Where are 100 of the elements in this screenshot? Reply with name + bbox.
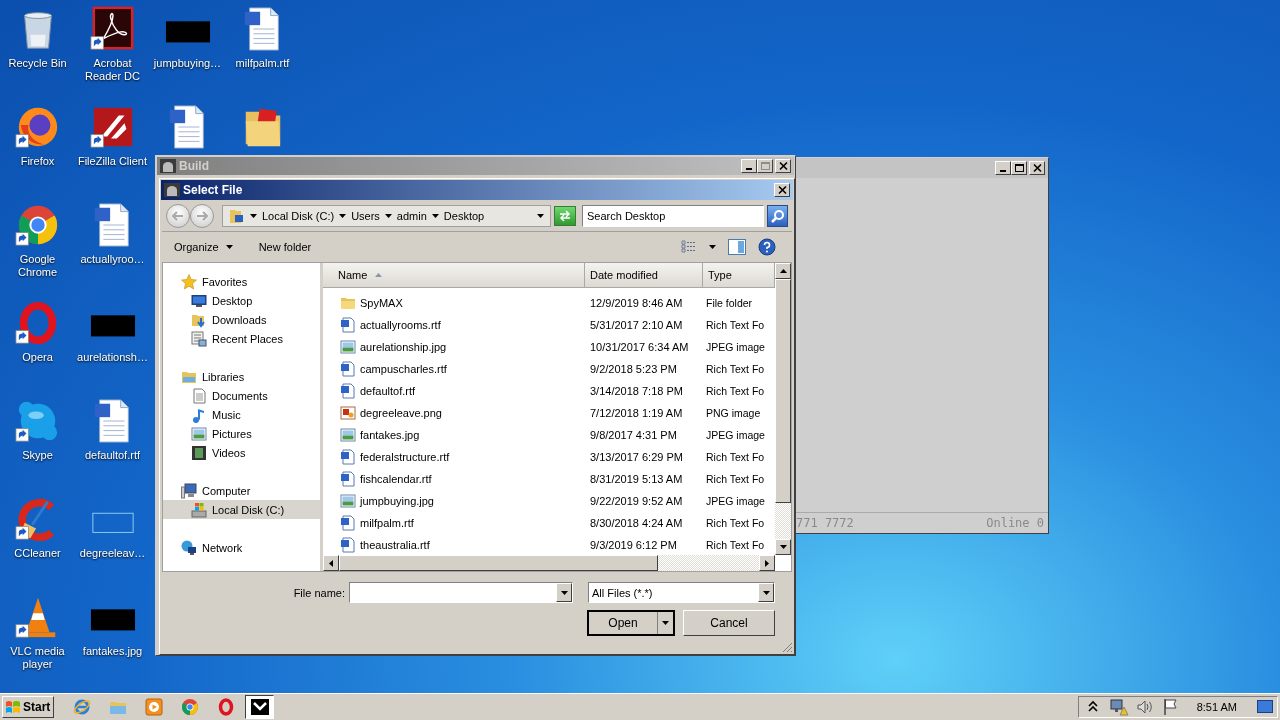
folder-icon — [229, 208, 245, 224]
nav-item[interactable]: Network — [163, 538, 320, 557]
scroll-left-icon[interactable] — [329, 559, 333, 567]
search-icon — [770, 209, 785, 223]
desktop-icon-label[interactable]: FileZilla Client — [75, 155, 150, 168]
close-button[interactable] — [774, 183, 790, 197]
view-list-icon[interactable] — [681, 240, 697, 254]
minimize-button[interactable] — [741, 159, 757, 173]
desktop-icon-label[interactable]: actuallyroo… — [75, 253, 150, 266]
desktop-icon-label[interactable]: Recycle Bin — [0, 57, 75, 70]
caret-icon — [339, 214, 347, 218]
maximize-icon — [759, 161, 771, 171]
nav-item[interactable]: Libraries — [163, 367, 320, 386]
desktop-icon-label[interactable]: VLC media player — [0, 645, 75, 671]
open-button[interactable]: Open — [587, 610, 675, 636]
desktop-icon-label[interactable]: defaultof.rtf — [75, 449, 150, 462]
cancel-button[interactable]: Cancel — [683, 610, 775, 636]
search-button[interactable] — [767, 205, 788, 227]
file-name[interactable]: jumpbuying.jpg — [360, 495, 434, 507]
image-file-icon — [340, 405, 356, 421]
desktop-icon-label[interactable]: Acrobat Reader DC — [75, 57, 150, 83]
minimize-icon — [1000, 170, 1006, 172]
toolbar-button[interactable]: New folder — [258, 241, 312, 253]
file-name[interactable]: fishcalendar.rtf — [360, 473, 432, 485]
address-bar[interactable]: Local Disk (C:) Users admin Desktop — [222, 205, 551, 227]
desktop-icon-label[interactable]: aurelationsh… — [75, 351, 150, 364]
help-icon[interactable] — [758, 238, 776, 256]
file-name[interactable]: federalstructure.rtf — [360, 451, 450, 463]
network-icon[interactable] — [1108, 697, 1129, 717]
image-file-icon — [340, 493, 356, 509]
file-name[interactable]: theaustralia.rtf — [360, 539, 430, 551]
scrollbar[interactable] — [323, 555, 775, 571]
nav-item[interactable]: Pictures — [163, 424, 320, 443]
nav-item[interactable]: Desktop — [163, 291, 320, 310]
scroll-down-icon[interactable] — [779, 545, 787, 549]
refresh-button[interactable] — [554, 206, 576, 226]
file-name[interactable]: SpyMAX — [360, 297, 403, 309]
caret-icon — [662, 621, 669, 625]
start-button[interactable]: Start — [2, 696, 54, 718]
desktop-icon-label[interactable]: jumpbuying… — [150, 57, 225, 70]
file-date: 8/30/2018 4:24 AM — [589, 517, 684, 529]
toolbar-button[interactable]: Organize — [174, 241, 233, 253]
close-button[interactable] — [775, 159, 791, 173]
file-type: Rich Text Fo — [705, 363, 766, 375]
document-icon — [340, 471, 356, 487]
browser-icon — [72, 697, 92, 717]
resize-grip-icon[interactable] — [781, 641, 793, 653]
column-header[interactable]: Date modified — [585, 263, 703, 287]
desktop-icon-label[interactable]: CCleaner — [0, 547, 75, 560]
nav-item[interactable]: Downloads — [163, 310, 320, 329]
breadcrumb-segment[interactable]: Local Disk (C:) — [262, 210, 335, 222]
pdf-reader-icon[interactable] — [89, 6, 136, 52]
minimize-button[interactable] — [995, 161, 1011, 175]
file-date: 9/8/2017 4:31 PM — [589, 429, 678, 441]
caret-icon — [384, 214, 392, 218]
desktop-icon-label[interactable]: degreeleav… — [75, 547, 150, 560]
breadcrumb-segment[interactable]: Users — [351, 210, 380, 222]
file-name[interactable]: fantakes.jpg — [360, 429, 420, 441]
desktop-icon-label[interactable]: fantakes.jpg — [75, 645, 150, 658]
back-arrow-icon — [172, 211, 184, 221]
search-field[interactable]: Search Desktop — [582, 205, 764, 227]
desktop-icon-label[interactable]: Google Chrome — [0, 253, 75, 279]
file-name[interactable]: defaultof.rtf — [360, 385, 416, 397]
scroll-up-icon[interactable] — [779, 269, 787, 273]
file-type: Rich Text Fo — [705, 451, 766, 463]
maximize-button[interactable] — [1011, 161, 1027, 175]
status-text: 771 7772 — [796, 516, 854, 530]
nav-item[interactable]: Music — [163, 405, 320, 424]
file-name[interactable]: aurelationship.jpg — [360, 341, 447, 353]
breadcrumb-segment[interactable]: admin — [396, 210, 427, 222]
close-button[interactable] — [1029, 161, 1045, 175]
nav-item[interactable]: Computer — [163, 481, 320, 500]
scrollbar[interactable] — [775, 263, 791, 555]
preview-pane-icon[interactable] — [728, 239, 746, 255]
nav-item[interactable]: Favorites — [163, 272, 320, 291]
desktop-icon-label[interactable]: Opera — [0, 351, 75, 364]
breadcrumb-segment[interactable]: Desktop — [443, 210, 485, 222]
file-name-field[interactable] — [349, 582, 573, 603]
file-name[interactable]: actuallyrooms.rtf — [360, 319, 441, 331]
nav-item[interactable]: Local Disk (C:) — [163, 500, 320, 519]
network-icon — [181, 539, 197, 556]
show-desktop-icon[interactable] — [1257, 700, 1273, 714]
nav-item[interactable]: Recent Places — [163, 329, 320, 348]
file-date: 9/3/2019 6:12 PM — [589, 539, 678, 551]
scroll-right-icon[interactable] — [765, 559, 769, 567]
nav-item[interactable]: Videos — [163, 443, 320, 462]
caret-icon — [560, 590, 568, 595]
nav-item[interactable]: Documents — [163, 386, 320, 405]
file-type-dropdown[interactable]: All Files (*.*) — [588, 582, 775, 603]
desktop-icon-label[interactable]: Firefox — [0, 155, 75, 168]
file-name[interactable]: milfpalm.rtf — [360, 517, 414, 529]
desktop-icon-label[interactable]: milfpalm.rtf — [225, 57, 300, 70]
clock[interactable]: 8:51 AM — [1196, 701, 1237, 713]
desktop-icon-label[interactable]: Skype — [0, 449, 75, 462]
column-header[interactable]: Name — [323, 263, 585, 287]
refresh-icon — [558, 210, 572, 222]
taskbar-button[interactable] — [245, 695, 274, 719]
file-name[interactable]: degreeleave.png — [360, 407, 442, 419]
file-date: 7/12/2018 1:19 AM — [589, 407, 684, 419]
file-name[interactable]: campuscharles.rtf — [360, 363, 447, 375]
